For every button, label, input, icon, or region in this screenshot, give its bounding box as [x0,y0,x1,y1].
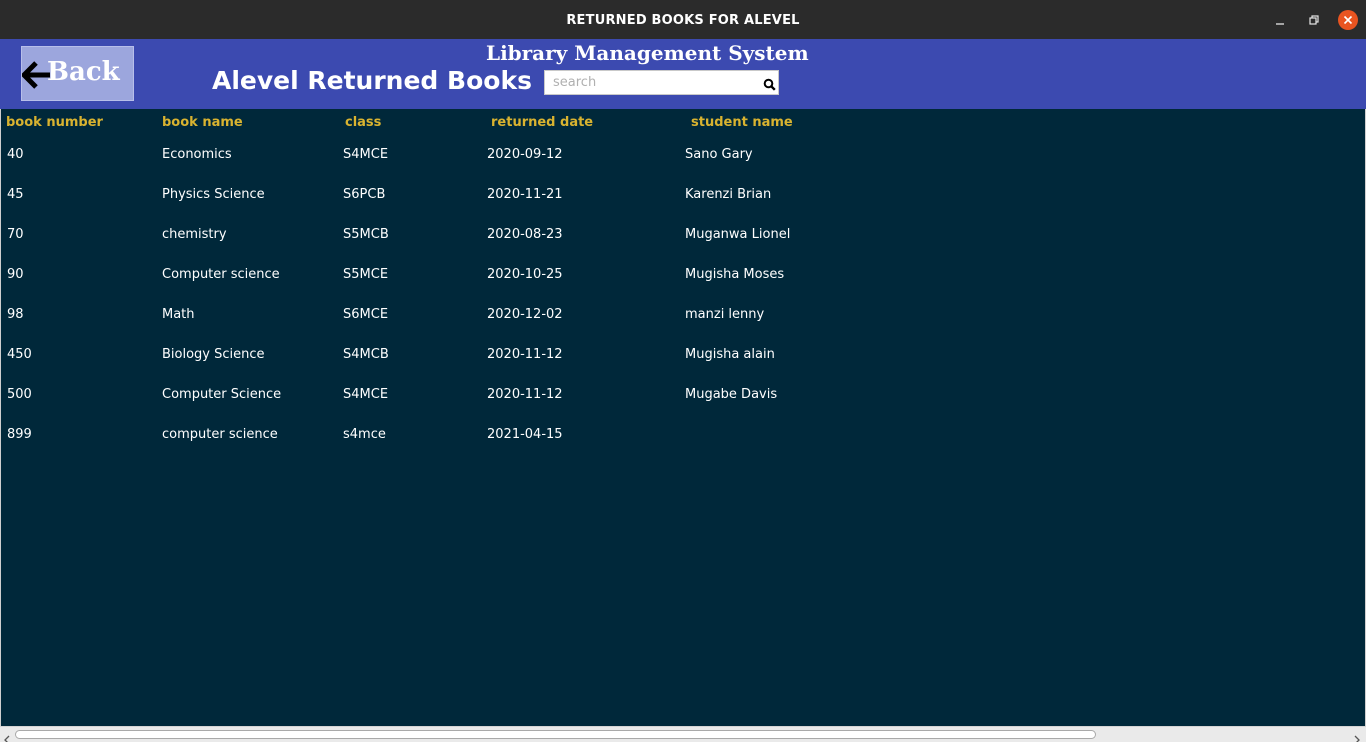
cell-student-name: Mugabe Davis [685,387,778,402]
cell-book-number: 70 [7,227,24,242]
back-button[interactable]: Back [20,46,134,101]
cell-student-name: Mugisha alain [685,347,775,362]
system-title: Library Management System [486,41,809,65]
cell-book-number: 45 [7,187,24,202]
cell-student-name: Mugisha Moses [685,267,785,282]
table-row[interactable]: 45 Physics Science S6PCB 2020-11-21 Kare… [1,187,1365,227]
cell-class: S5MCE [343,267,389,282]
cell-student-name: Sano Gary [685,147,753,162]
column-header-book-number: book number [6,115,103,130]
cell-book-number: 98 [7,307,24,322]
maximize-icon[interactable] [1304,10,1324,30]
minimize-icon[interactable] [1270,10,1290,30]
scrollbar-thumb[interactable] [15,730,1096,739]
scroll-left-icon[interactable] [3,730,11,742]
cell-book-name: Physics Science [162,187,265,202]
column-header-student-name: student name [691,115,793,130]
table-row[interactable]: 899 computer science s4mce 2021-04-15 [1,427,1365,467]
cell-book-name: Math [162,307,195,322]
column-header-book-name: book name [162,115,243,130]
cell-returned-date: 2020-10-25 [487,267,563,282]
cell-book-name: Biology Science [162,347,265,362]
cell-book-number: 90 [7,267,24,282]
back-button-label: Back [47,57,120,87]
search-icon[interactable] [763,76,776,95]
column-header-returned-date: returned date [491,115,594,130]
cell-book-name: chemistry [162,227,227,242]
cell-book-number: 450 [7,347,32,362]
cell-student-name: Karenzi Brian [685,187,772,202]
cell-class: S5MCB [343,227,389,242]
search-box [544,70,779,95]
table-row[interactable]: 500 Computer Science S4MCE 2020-11-12 Mu… [1,387,1365,427]
cell-student-name: manzi lenny [685,307,765,322]
table-row[interactable]: 98 Math S6MCE 2020-12-02 manzi lenny [1,307,1365,347]
cell-returned-date: 2020-11-12 [487,347,563,362]
cell-class: S6PCB [343,187,386,202]
cell-returned-date: 2020-09-12 [487,147,563,162]
returned-books-table: book number book name class returned dat… [0,109,1366,726]
cell-book-name: Computer Science [162,387,282,402]
cell-class: S4MCE [343,147,389,162]
cell-class: S4MCB [343,347,389,362]
cell-class: S4MCE [343,387,389,402]
cell-returned-date: 2020-11-12 [487,387,563,402]
table-row[interactable]: 450 Biology Science S4MCB 2020-11-12 Mug… [1,347,1365,387]
table-row[interactable]: 70 chemistry S5MCB 2020-08-23 Muganwa Li… [1,227,1365,267]
cell-student-name: Muganwa Lionel [685,227,791,242]
cell-returned-date: 2020-11-21 [487,187,563,202]
window-title: RETURNED BOOKS FOR ALEVEL [566,13,800,28]
horizontal-scrollbar[interactable] [0,726,1366,742]
cell-book-name: Economics [162,147,232,162]
window-titlebar: RETURNED BOOKS FOR ALEVEL [0,0,1366,39]
cell-returned-date: 2020-08-23 [487,227,563,242]
cell-book-number: 899 [7,427,32,442]
cell-book-number: 500 [7,387,32,402]
page-title: Alevel Returned Books [212,66,532,95]
scroll-right-icon[interactable] [1353,730,1361,742]
cell-class: s4mce [343,427,386,442]
cell-book-number: 40 [7,147,24,162]
app-header: Back Library Management System Alevel Re… [0,39,1366,109]
cell-book-name: Computer science [162,267,280,282]
cell-returned-date: 2021-04-15 [487,427,563,442]
cell-book-name: computer science [162,427,278,442]
table-row[interactable]: 40 Economics S4MCE 2020-09-12 Sano Gary [1,147,1365,187]
close-icon[interactable] [1338,10,1358,30]
cell-returned-date: 2020-12-02 [487,307,563,322]
table-row[interactable]: 90 Computer science S5MCE 2020-10-25 Mug… [1,267,1365,307]
cell-class: S6MCE [343,307,389,322]
search-input[interactable] [545,71,757,94]
column-header-class: class [345,115,382,130]
